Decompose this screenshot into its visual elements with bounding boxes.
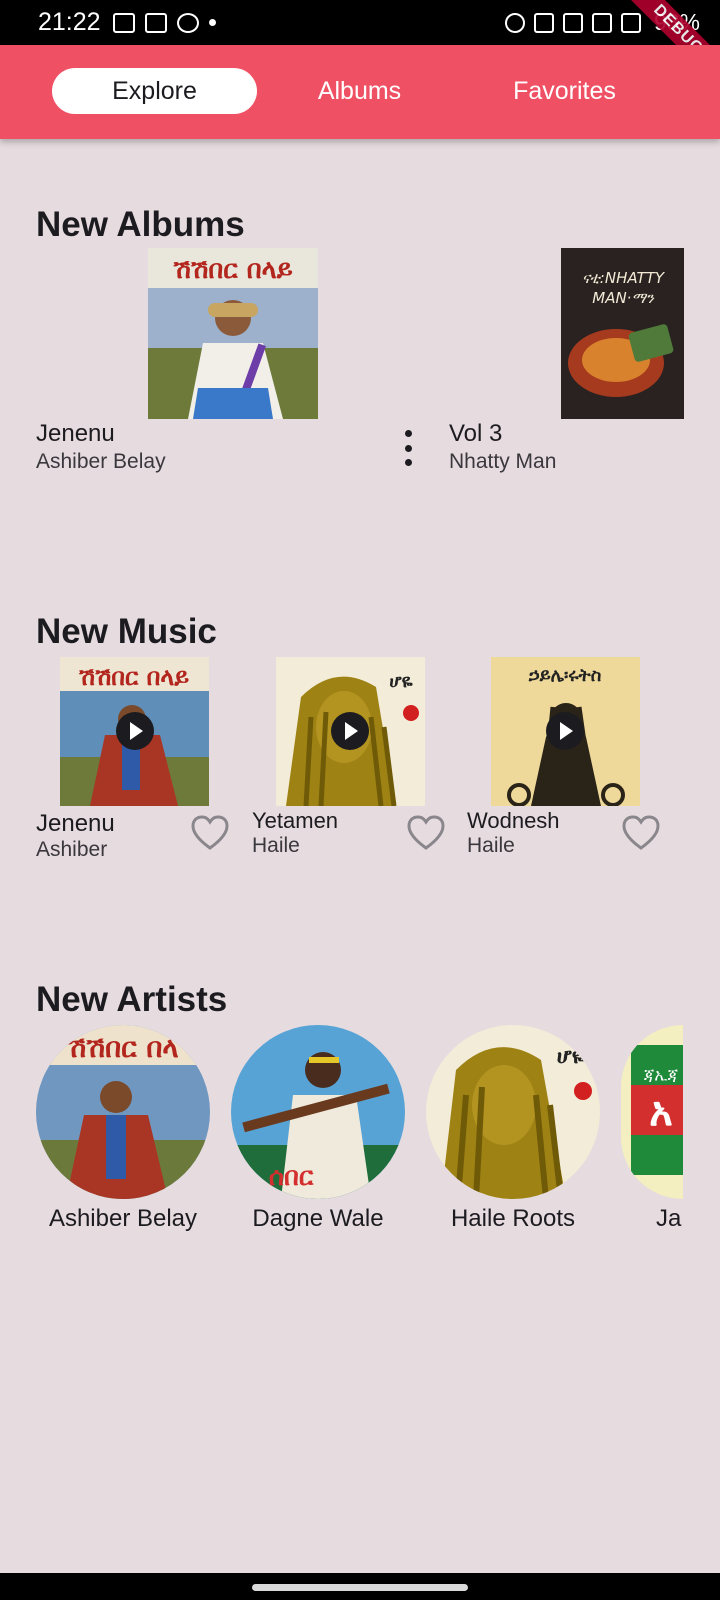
artist-name[interactable]: Dagne Wale [223,1205,413,1233]
album-title[interactable]: Vol 3 [449,420,502,448]
favorite-heart-icon[interactable] [407,815,445,851]
song-title[interactable]: Yetamen [252,808,338,834]
svg-text:ሽሽበር በላይ: ሽሽበር በላይ [172,255,292,285]
home-gesture-handle[interactable] [252,1584,468,1591]
app-bar: Explore Albums Favorites [0,45,720,139]
data-icon [591,12,612,33]
song-artist: Haile [467,834,515,857]
tab-albums[interactable]: Albums [257,68,462,114]
tab-favorites[interactable]: Favorites [462,68,667,114]
system-navigation-bar [0,1573,720,1600]
tab-explore[interactable]: Explore [52,68,257,114]
album-cover-jenenu[interactable]: ሽሽበር በላይ [148,248,318,419]
mute-icon [562,12,583,33]
more-options-icon[interactable] [400,430,416,466]
alarm-clock-icon [504,12,525,33]
play-icon[interactable] [116,712,154,750]
svg-text:ሆዬ: ሆዬ [557,1044,586,1069]
new-albums-heading: New Albums [36,205,245,244]
image-icon [112,12,135,33]
svg-text:ሽሽበር በላ: ሽሽበር በላ [66,1031,178,1064]
song-title[interactable]: Jenenu [36,810,115,838]
cast-icon [144,12,167,33]
artist-avatar-haile-roots[interactable]: ሆዬ [426,1025,600,1199]
album-cover-vol-3[interactable]: ናቲ:NHATTY MAN·ማን [561,248,684,419]
album-title[interactable]: Jenenu [36,420,115,448]
notification-icons [112,12,216,33]
svg-text:ሆዬ: ሆዬ [389,671,412,692]
svg-text:ሰበር: ሰበር [269,1162,314,1192]
artist-avatar-ashiber-belay[interactable]: ሽሽበር በላ [36,1025,210,1199]
artist-avatar-ja[interactable]: ጃኢጃ አ [621,1025,683,1199]
new-music-heading: New Music [36,612,217,651]
artist-name[interactable]: Ja [656,1205,706,1233]
album-artist: Ashiber Belay [36,450,166,473]
play-icon[interactable] [546,712,584,750]
favorite-heart-icon[interactable] [191,815,229,851]
artist-name[interactable]: Ashiber Belay [28,1205,218,1233]
svg-text:ኃይሌ፡ሩትስ: ኃይሌ፡ሩትስ [528,665,602,686]
alarm-icon [176,12,199,33]
svg-text:ሽሽበር በላይ: ሽሽበር በላይ [78,663,189,691]
signal-icon [620,12,641,33]
artist-avatar-dagne-wale[interactable]: ሰበር [231,1025,405,1199]
song-title[interactable]: Wodnesh [467,808,560,834]
artist-name[interactable]: Haile Roots [418,1205,608,1233]
svg-text:ናቲ:NHATTY: ናቲ:NHATTY [582,269,666,287]
svg-text:አ: አ [649,1089,672,1135]
song-artist: Ashiber [36,838,108,861]
new-artists-heading: New Artists [36,980,228,1019]
bluetooth-icon [533,12,554,33]
svg-text:MAN·ማን: MAN·ማን [592,289,655,307]
more-notifications-icon [208,19,216,26]
favorite-heart-icon[interactable] [622,815,660,851]
album-artist: Nhatty Man [449,450,557,473]
svg-text:ጃኢጃ: ጃኢጃ [644,1065,679,1084]
status-bar: 21:22 93% [0,0,720,45]
status-time: 21:22 [38,8,101,36]
song-artist: Haile [252,834,300,857]
play-icon[interactable] [331,712,369,750]
